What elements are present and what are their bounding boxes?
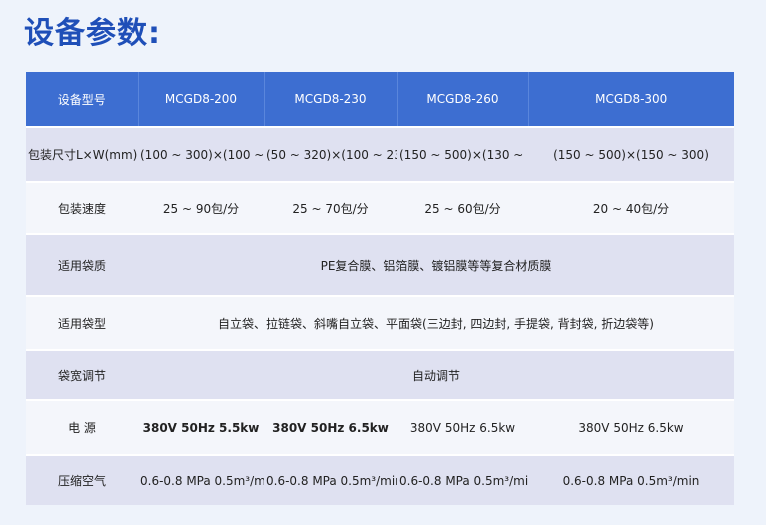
row-label: 袋宽调节: [26, 349, 138, 400]
table-cell: 380V 50Hz 6.5kw: [528, 399, 734, 455]
column-header: 设备型号: [26, 72, 139, 127]
table-cell: 0.6-0.8 MPa 0.5m³/min: [528, 454, 734, 505]
table-cell: 20 ~ 40包/分: [528, 181, 734, 234]
table-row: 压缩空气 0.6-0.8 MPa 0.5m³/min 0.6-0.8 MPa 0…: [26, 454, 734, 505]
table-row: 适用袋型 自立袋、拉链袋、斜嘴自立袋、平面袋(三边封, 四边封, 手提袋, 背封…: [26, 295, 734, 350]
row-label: 包装速度: [26, 181, 138, 234]
table-cell: 0.6-0.8 MPa 0.5m³/min: [138, 454, 264, 505]
table-cell: 25 ~ 90包/分: [138, 181, 264, 234]
table-row: 电 源 380V 50Hz 5.5kw 380V 50Hz 6.5kw 380V…: [26, 399, 734, 455]
merged-cell: PE复合膜、铝箔膜、镀铝膜等等复合材质膜: [138, 233, 734, 296]
row-label: 电 源: [26, 399, 138, 455]
table-cell: 25 ~ 60包/分: [397, 181, 528, 234]
table-row: 适用袋质 PE复合膜、铝箔膜、镀铝膜等等复合材质膜: [26, 233, 734, 296]
column-header: MCGD8-200: [138, 72, 265, 127]
table-cell: (150 ~ 500)×(130 ~ 260): [397, 126, 528, 182]
row-label: 适用袋质: [26, 233, 138, 296]
table-cell: 380V 50Hz 6.5kw: [397, 399, 528, 455]
page-title: 设备参数:: [24, 16, 161, 51]
merged-cell: 自立袋、拉链袋、斜嘴自立袋、平面袋(三边封, 四边封, 手提袋, 背封袋, 折边…: [138, 295, 734, 350]
table-cell: (50 ~ 320)×(100 ~ 230): [264, 126, 397, 182]
table-row: 袋宽调节 自动调节: [26, 349, 734, 400]
column-header: MCGD8-230: [264, 72, 398, 127]
table-cell: (100 ~ 300)×(100 ~ 200): [138, 126, 264, 182]
table-cell: 0.6-0.8 MPa 0.5m³/min: [264, 454, 397, 505]
column-header: MCGD8-300: [528, 72, 734, 127]
table-cell: 0.6-0.8 MPa 0.5m³/min: [397, 454, 528, 505]
table-cell: 380V 50Hz 6.5kw: [264, 399, 397, 455]
table-header-row: 设备型号 MCGD8-200 MCGD8-230 MCGD8-260 MCGD8…: [26, 72, 734, 127]
table-cell: 380V 50Hz 5.5kw: [138, 399, 264, 455]
merged-cell: 自动调节: [138, 349, 734, 400]
row-label: 压缩空气: [26, 454, 138, 505]
row-label: 适用袋型: [26, 295, 138, 350]
column-header: MCGD8-260: [397, 72, 529, 127]
specs-table: 设备型号 MCGD8-200 MCGD8-230 MCGD8-260 MCGD8…: [26, 72, 734, 505]
table-cell: 25 ~ 70包/分: [264, 181, 397, 234]
table-row: 包装尺寸L×W(mm) (100 ~ 300)×(100 ~ 200) (50 …: [26, 126, 734, 182]
table-cell: (150 ~ 500)×(150 ~ 300): [528, 126, 734, 182]
table-row: 包装速度 25 ~ 90包/分 25 ~ 70包/分 25 ~ 60包/分 20…: [26, 181, 734, 234]
row-label: 包装尺寸L×W(mm): [26, 126, 138, 182]
